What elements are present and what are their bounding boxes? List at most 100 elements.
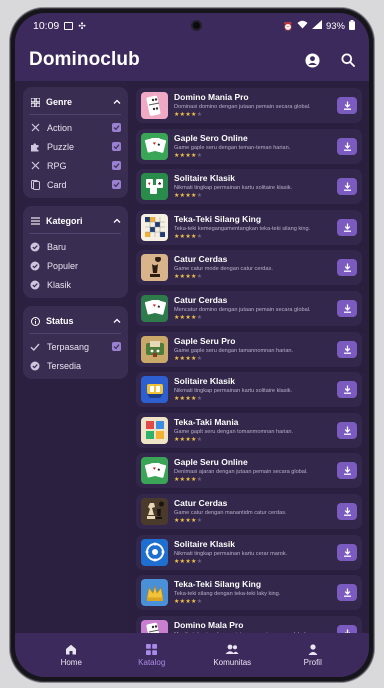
game-card[interactable]: Catur Cerdas Game catur mode dengan catur… [136,250,362,286]
nav-profil[interactable]: Profil [283,643,343,667]
pinwheel-icon: ✣ [78,20,86,31]
bottom-nav: Home Katalog Komunitas Profil [15,633,369,677]
status-time: 10:09 [33,20,60,32]
filter-option-puzzle[interactable]: Puzzle [29,137,121,156]
filter-option-label: Terpasang [47,341,90,352]
download-button[interactable] [337,97,357,114]
game-title: Teka-Teki Silang King [174,213,262,224]
game-card[interactable]: ♥ ♠ Gaple Seru Online Denimasi ajaran denga… [136,453,362,489]
battery-icon [349,19,355,33]
game-description: Game gaple seru dengan teman-teman haria… [174,144,291,151]
game-card[interactable]: Domino Mala ProMantkat domino dengan jut… [136,615,362,633]
game-title: Catur Cerdas [174,254,228,265]
checkbox[interactable] [112,161,121,170]
game-description: Teka-teki kemegangamentangkan teka-teki … [174,225,311,232]
status-header[interactable]: Status [29,310,121,332]
star-rating: ★★★★★ [174,396,203,403]
game-card[interactable]: Solitaire Klasik Nikmati tingkap permaina… [136,372,362,408]
game-thumbnail [141,213,168,241]
download-button[interactable] [337,299,357,317]
game-thumbnail [141,416,168,444]
genre-title: Genre [46,97,73,107]
check-circle-icon [29,261,41,271]
star-rating: ★★★★★ [174,436,203,443]
checkbox[interactable] [112,342,121,351]
game-title: Domino Mala Pro [174,619,244,630]
filter-option-label: Baru [47,241,67,252]
filter-option-populer[interactable]: Populer [29,256,121,275]
nav-komunitas[interactable]: Komunitas [202,643,262,667]
filter-option-tersedia[interactable]: Tersedia [29,356,121,375]
download-button[interactable] [337,178,357,196]
checkbox[interactable] [112,180,121,189]
filter-option-label: Tersedia [47,360,82,371]
download-button[interactable] [337,543,357,561]
game-description: Dominasi domino dengan jutaan pemain sec… [174,104,311,110]
download-button[interactable] [337,421,357,439]
kategori-header[interactable]: Kategori [29,210,121,232]
game-card[interactable]: Solitaire Klasik Nikmati tingkap permaina… [136,534,362,570]
app-bar: Dominoclub [15,39,369,81]
game-info: Solitaire Klasik Nikmati tingkap permaina… [174,376,337,403]
download-icon [343,142,351,151]
game-description: Game catur dengan manantidm catur cerdas… [174,509,287,516]
game-info: Solitaire Klasik Nikmati tingkap permaina… [174,173,337,200]
checkbox[interactable] [112,123,121,132]
account-icon[interactable] [303,51,321,69]
checkbox[interactable] [112,142,121,151]
game-title: Teka-Teki Silang King [174,579,262,590]
game-thumbnail [141,376,168,404]
game-description: Nikmati tingkap permainan kartu solitair… [174,388,293,395]
game-info: Teka-Teki Silang King Teka-teki kemeganga… [174,214,337,241]
signal-icon [311,20,322,32]
download-button[interactable] [337,137,357,155]
people-icon [225,643,239,655]
game-description: Denimasi ajaran dengan jutaan pemain sec… [174,469,308,476]
game-card[interactable]: Teka-Teki Silang King Teka-teki silang de… [136,575,362,611]
game-card[interactable]: Teka-Teki Silang King Teka-teki kemeganga… [136,209,362,245]
download-button[interactable] [337,381,357,399]
nav-katalog[interactable]: Katalog [122,643,182,667]
filter-option-label: RPG [47,160,67,171]
genre-header[interactable]: Genre [29,91,121,113]
filter-option-label: Action [47,122,73,133]
list-icon [29,217,41,225]
filter-option-card[interactable]: Card [29,175,121,194]
kategori-title: Kategori [46,216,83,226]
gallery-icon [64,22,74,30]
nav-home[interactable]: Home [41,643,101,667]
game-card[interactable]: Catur Cerdas Game catur dengan manantidm … [136,493,362,529]
screen: 10:09 ✣ ⏰ 93% Dominoclub Genre Action Pu… [15,13,369,677]
game-description: Game catur mode dengan catur cerdas. [174,266,273,273]
filter-option-rpg[interactable]: RPG [29,156,121,175]
download-icon [343,548,351,557]
game-card[interactable]: Teka-Taki Mania Game gaplt seru dengan to… [136,412,362,448]
download-button[interactable] [337,218,357,236]
download-button[interactable] [337,259,357,277]
game-card[interactable]: ♦ ♣ Solitaire Klasik Nikmati tingkap permai… [136,169,362,205]
game-description: Nikmati tingkap permainan kartu cerar ma… [174,550,288,557]
filter-option-klasik[interactable]: Klasik [29,275,121,294]
divider [29,333,121,334]
divider [29,233,121,234]
search-icon[interactable] [339,51,357,69]
game-thumbnail: ♥ ♠ [141,457,168,485]
star-rating: ★★★★★ [174,477,203,484]
game-card[interactable]: Gaple Seru Pro Game gaple seru dengan tam… [136,331,362,367]
game-info: Catur Cerdas Game catur dengan manantidm … [174,498,337,525]
game-card[interactable]: ♥ ♠ Gaple Sero Online Game gaple seru denga… [136,128,362,164]
download-button[interactable] [337,340,357,358]
game-card[interactable]: ♥ ♠ Catur Cerdas Mencatur domino dengan jut… [136,290,362,326]
filter-sidebar: Genre Action Puzzle RPG Card Kategori Ba… [15,81,128,633]
filter-option-action[interactable]: Action [29,118,121,137]
game-card[interactable]: Domino Mania Pro Dominasi domino dengan j… [136,88,362,123]
download-button[interactable] [337,624,357,633]
game-info: Catur Cerdas Mencatur domino dengan jutaa… [174,295,337,322]
download-button[interactable] [337,502,357,520]
download-button[interactable] [337,462,357,480]
download-button[interactable] [337,584,357,602]
filter-option-baru[interactable]: Baru [29,237,121,256]
filter-option-terpasang[interactable]: Terpasang [29,337,121,356]
star-rating: ★★★★★ [174,274,203,281]
game-title: Solitaire Klasik [174,538,235,549]
